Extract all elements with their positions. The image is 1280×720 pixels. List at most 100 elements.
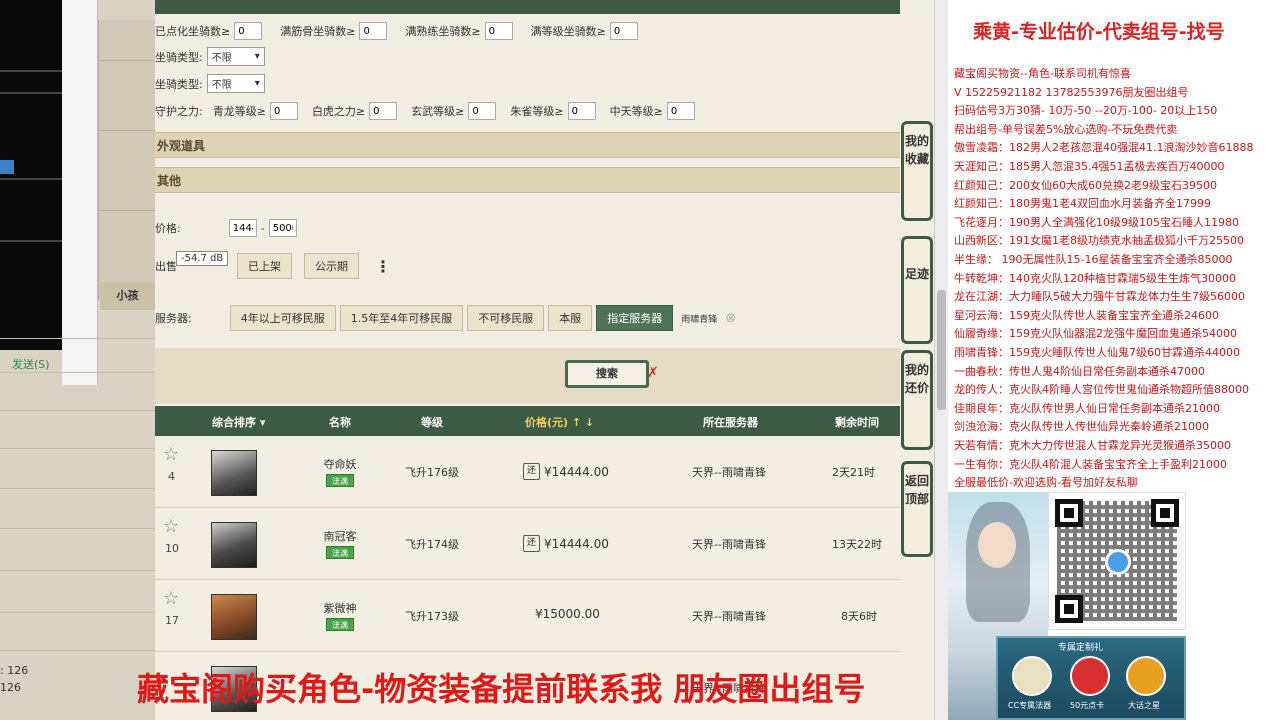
my-favorites-button[interactable]: 我的收藏 [901, 121, 933, 221]
favorite-count: 4 [168, 470, 175, 483]
info-line: 天涯知己：185男人忽混35.4强51孟极去疾百万40000 [954, 160, 1225, 173]
mount-type-select-2[interactable]: 不限 ▾ [206, 74, 265, 93]
info-line: 傲雪凌霜：182男人2老孩忽混40强混41.1浪淘沙妙音61888 [954, 141, 1254, 155]
info-line: V 15225921182 13782553976朋友圈出组号 [954, 85, 1189, 99]
role-server: 天界--雨啸青锋 [692, 538, 766, 551]
clear-server-icon[interactable]: ⊗ [725, 311, 736, 326]
back-to-top-button[interactable]: 返回顶部 [901, 461, 933, 557]
public-period-button[interactable]: 公示期 [304, 253, 359, 279]
info-line: 全服最低价-欢迎选购-看号加好友私聊 [954, 476, 1138, 490]
info-line: 帮出组号-单号误差5%放心选购-不玩免费代卖 [954, 122, 1178, 136]
info-line: 红颜知己：200女仙60大成60兑换2老9级宝石39500 [954, 178, 1217, 192]
role-level: 飞升174级 [405, 538, 459, 551]
select-value: 不限 [211, 53, 232, 64]
info-line: 一生有你：克火队4阶混人装备宝宝齐全上手盈利21000 [954, 457, 1227, 471]
favorite-star-icon[interactable]: ☆ [163, 516, 179, 537]
azure-dragon-input[interactable] [269, 102, 298, 120]
black-tortoise-input[interactable] [468, 102, 497, 120]
server-filter: 服务器: 4年以上可移民服 1.5年至4年可移民服 不可移民服 本服 指定服务器… [155, 305, 736, 331]
server-option-specified[interactable]: 指定服务器 [596, 305, 674, 331]
my-bargains-button[interactable]: 我的还价 [901, 350, 933, 450]
info-line: 星河云海：159克火队传世人装备宝宝齐全通杀24600 [954, 308, 1219, 322]
send-button[interactable]: 发送(S) [12, 356, 50, 372]
price-value: ¥14444.00 [544, 536, 609, 551]
haggle-icon[interactable]: 还 [523, 463, 540, 480]
server-option-no-migrate[interactable]: 不可移民服 [467, 305, 545, 331]
col-time: 剩余时间 [835, 416, 879, 429]
sort-dropdown[interactable]: 综合排序 ▾ [212, 414, 265, 430]
mount-type-select-1[interactable]: 不限 ▾ [206, 47, 265, 66]
price-dash: - [260, 221, 265, 235]
table-row[interactable]: ☆ 4 夺命妖 法满 飞升176级 还 ¥14444.00 天界--雨啸青锋 2… [155, 436, 900, 508]
col-price-sort[interactable]: 价格(元) ↑ ↓ [525, 414, 594, 430]
search-button[interactable]: 搜索 [565, 360, 649, 388]
info-line: 红颜知己：180男鬼1老4双回血水月装备齐全17999 [954, 197, 1211, 211]
status-badge: 法满 [326, 474, 354, 487]
tab-list [98, 20, 156, 300]
full-bone-mount-input[interactable] [359, 22, 388, 40]
zhongtian-input[interactable] [666, 102, 695, 120]
gift-box-title: 专属定制礼 [1058, 643, 1104, 653]
full-level-mount-input[interactable] [609, 22, 638, 40]
gift-caption: 大话之星 [1128, 701, 1160, 710]
face-shape [978, 522, 1016, 568]
filter-label: 满筋骨坐骑数≥ [280, 25, 356, 38]
role-level: 飞升176级 [405, 466, 459, 479]
server-label: 服务器: [155, 312, 192, 325]
mount-type-row-1: 坐骑类型: 不限 ▾ [155, 47, 265, 66]
role-time-left: 8天6时 [841, 610, 877, 623]
filter-label: 青龙等级≥ [212, 105, 266, 118]
filter-label: 满等级坐骑数≥ [530, 25, 606, 38]
price-max-input[interactable] [268, 219, 297, 237]
full-skill-mount-input[interactable] [484, 22, 513, 40]
stream-info-panel: 乘黄-专业估价-代卖组号-找号 藏宝阁买物资--角色-联系司机有惊喜 V 1522… [948, 0, 1280, 720]
info-line: 雨啸青锋：159克火睡队传世人仙鬼7级60甘霖通杀44000 [954, 346, 1240, 359]
chat-window-edge [62, 0, 98, 385]
qr-logo-icon [1105, 549, 1131, 575]
info-line: 龙在江湖：大力睡队5破大力强牛甘霖龙体力生生7级56000 [954, 290, 1245, 304]
table-row[interactable]: ☆ 10 南冠客 法满 飞升174级 还 ¥14444.00 天界--雨啸青锋 … [155, 508, 900, 580]
favorite-star-icon[interactable]: ☆ [163, 588, 179, 609]
server-option-this[interactable]: 本服 [548, 305, 593, 331]
filter-label: 已点化坐骑数≥ [155, 25, 231, 38]
haggle-icon[interactable]: 还 [523, 535, 540, 552]
refined-mount-input[interactable] [234, 22, 263, 40]
role-price: 还 ¥14444.00 [523, 463, 609, 480]
info-line: 佳期良年：克火队传世男人仙日常任务副本通杀21000 [954, 401, 1220, 415]
info-line: 一曲春秋：传世人鬼4阶仙日常任务副本通杀47000 [954, 364, 1205, 378]
scrollbar[interactable] [934, 0, 948, 720]
volume-tooltip: -54.7 dB [176, 251, 229, 266]
filter-label: 坐骑类型: [155, 77, 203, 91]
white-tiger-input[interactable] [369, 102, 398, 120]
favorite-count: 17 [165, 614, 179, 627]
info-line: 飞花逐月：190男人全满强化10级9级105宝石睡人11980 [954, 215, 1239, 229]
section-appearance[interactable]: 外观道具 [155, 132, 900, 158]
role-name[interactable]: 夺命妖 [315, 456, 365, 472]
info-line: 藏宝阁买物资--角色-联系司机有惊喜 [954, 67, 1131, 80]
tab-xiaohai[interactable]: 小孩 [100, 282, 155, 310]
avatar [211, 450, 257, 496]
role-server: 天界--雨啸青锋 [692, 610, 766, 623]
server-option-4yr[interactable]: 4年以上可移民服 [229, 305, 336, 331]
filter-label: 玄武等级≥ [411, 105, 465, 118]
filter-label: 中天等级≥ [609, 105, 663, 118]
listed-button[interactable]: 已上架 [237, 253, 292, 279]
price-min-input[interactable] [228, 219, 257, 237]
more-icon[interactable]: ⋮ [375, 257, 391, 276]
role-name[interactable]: 紫微神 [315, 600, 365, 616]
chevron-down-icon: ▾ [254, 51, 260, 62]
role-price: 还 ¥14444.00 [523, 535, 609, 552]
favorite-count: 10 [165, 542, 179, 555]
vermilion-bird-input[interactable] [567, 102, 596, 120]
favorite-star-icon[interactable]: ☆ [163, 444, 179, 465]
section-other[interactable]: 其他 [155, 167, 900, 193]
server-option-1-5yr[interactable]: 1.5年至4年可移民服 [339, 305, 464, 331]
filter-label: 满熟练坐骑数≥ [405, 25, 481, 38]
footprints-button[interactable]: 足迹 [901, 236, 933, 344]
info-line: 半生缘： 190无属性队15-16星装备宝宝齐全通杀85000 [954, 253, 1233, 266]
table-row[interactable]: ☆ 17 紫微神 法满 飞升173级 ¥15000.00 天界--雨啸青锋 8天… [155, 580, 900, 652]
artifact-icon [1012, 656, 1052, 696]
close-icon[interactable]: ✗ [647, 365, 659, 381]
scrollbar-thumb[interactable] [937, 290, 946, 410]
role-name[interactable]: 南冠客 [315, 528, 365, 544]
